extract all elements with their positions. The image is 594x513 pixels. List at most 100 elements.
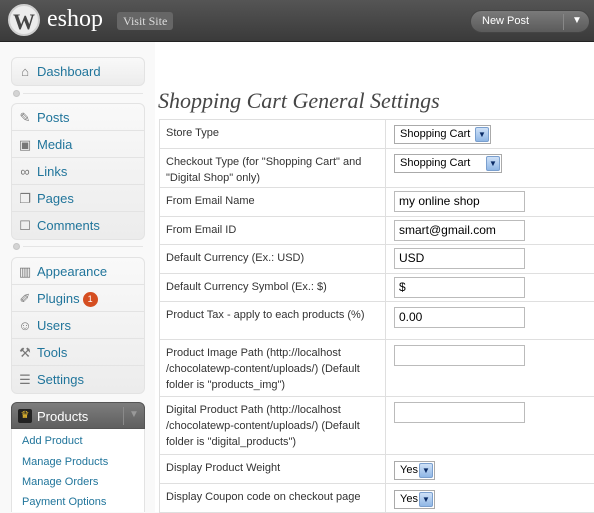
table-row: Display Product Weight Yes ▼ — [160, 455, 594, 484]
separator-line — [23, 93, 143, 94]
chevron-down-icon[interactable]: ▼ — [129, 409, 139, 420]
display-coupon-code-select[interactable]: Yes ▼ — [394, 490, 435, 509]
table-row: Digital Product Path (http://localhost /… — [160, 397, 594, 455]
sidebar-item-label: Tools — [37, 345, 68, 360]
tools-icon: ⚒ — [19, 345, 31, 360]
sidebar-item-pages[interactable]: ❐ Pages — [12, 185, 144, 212]
sidebar-item-label: Posts — [37, 110, 70, 125]
from-email-name-input[interactable]: my online shop — [394, 191, 525, 212]
users-icon: ☺ — [18, 318, 32, 333]
from-email-id-input[interactable]: smart@gmail.com — [394, 220, 525, 241]
menu-separator[interactable] — [11, 242, 145, 252]
appearance-icon: ▥ — [18, 264, 32, 279]
menu-group-admin: ▥ Appearance ✐ Plugins 1 ☺ Users ⚒ Tools … — [11, 257, 145, 394]
submenu-manage-orders[interactable]: Manage Orders — [22, 476, 98, 488]
separator-dot-icon — [13, 90, 20, 97]
default-currency-input[interactable]: USD — [394, 248, 525, 269]
products-crown-icon: ♛ — [18, 409, 32, 423]
sidebar-item-tools[interactable]: ⚒ Tools — [12, 339, 144, 366]
store-type-select[interactable]: Shopping Cart ▼ — [394, 125, 491, 144]
column-divider — [385, 188, 386, 216]
sidebar-item-links[interactable]: ∞ Links — [12, 158, 144, 185]
checkout-type-select[interactable]: Shopping Cart ▼ — [394, 154, 502, 173]
sidebar-item-label: Users — [37, 318, 71, 333]
column-divider — [385, 484, 386, 512]
product-image-path-input[interactable] — [394, 345, 525, 366]
column-divider — [385, 120, 386, 148]
setting-label: Product Tax - apply to each products (%) — [166, 309, 365, 321]
media-icon: ▣ — [18, 137, 32, 152]
chevron-down-icon[interactable]: ▼ — [572, 15, 582, 26]
setting-label: Default Currency Symbol (Ex.: $) — [166, 281, 327, 293]
setting-label: Product Image Path (http://localhost /ch… — [166, 347, 360, 391]
sidebar-item-appearance[interactable]: ▥ Appearance — [12, 258, 144, 285]
digital-product-path-input[interactable] — [394, 402, 525, 423]
submenu-payment-options[interactable]: Payment Options — [22, 496, 106, 508]
select-value: Shopping Cart — [400, 157, 471, 169]
sidebar-item-plugins-label: Plugins — [37, 291, 80, 306]
column-divider — [385, 397, 386, 454]
product-tax-input[interactable]: 0.00 — [394, 307, 525, 328]
sidebar-item-label: Dashboard — [37, 64, 101, 79]
currency-symbol-input[interactable]: $ — [394, 277, 525, 298]
sidebar-item-settings[interactable]: ☰ Settings — [12, 366, 144, 393]
wordpress-logo-icon[interactable]: W — [8, 4, 40, 36]
sidebar-item-users[interactable]: ☺ Users — [12, 312, 144, 339]
separator-line — [23, 246, 143, 247]
sidebar-item-posts[interactable]: ✎ Posts — [12, 104, 144, 131]
display-product-weight-select[interactable]: Yes ▼ — [394, 461, 435, 480]
dashboard-icon: ⌂ — [21, 64, 29, 79]
sidebar-item-plugins[interactable]: ✐ Plugins 1 — [12, 285, 144, 312]
plugin-icon: ✐ — [19, 291, 31, 306]
separator-dot-icon — [13, 243, 20, 250]
sidebar-item-comments[interactable]: ☐ Comments — [12, 212, 144, 239]
table-row: From Email Name my online shop — [160, 188, 594, 217]
sidebar-item-label: Settings — [37, 372, 84, 387]
menu-separator[interactable] — [11, 89, 145, 99]
visit-site-button[interactable]: Visit Site — [117, 12, 174, 30]
table-row: From Email ID smart@gmail.com — [160, 217, 594, 245]
column-divider — [385, 340, 386, 396]
setting-label: From Email ID — [166, 224, 237, 236]
column-divider — [385, 149, 386, 187]
sidebar-item-label: Media — [37, 137, 73, 152]
select-value: Yes — [400, 464, 418, 476]
admin-sidebar: ⌂ Dashboard ✎ Posts ▣ Media ∞ Links ❐ Pa… — [0, 42, 155, 512]
column-divider — [385, 302, 386, 339]
sidebar-item-label: Appearance — [37, 264, 108, 279]
chevron-down-icon: ▼ — [419, 463, 433, 478]
update-count-badge: 1 — [82, 292, 98, 307]
column-divider — [385, 217, 386, 244]
select-value: Shopping Cart — [400, 128, 471, 140]
sidebar-item-media[interactable]: ▣ Media — [12, 131, 144, 158]
setting-label: From Email Name — [166, 195, 255, 207]
table-row: Product Image Path (http://localhost /ch… — [160, 340, 594, 397]
sidebar-item-label: Products — [37, 409, 89, 424]
setting-label: Display Coupon code on checkout page — [166, 491, 361, 503]
sidebar-item-label: Comments — [37, 218, 100, 233]
submenu-add-product[interactable]: Add Product — [22, 435, 83, 447]
column-divider — [385, 274, 386, 301]
table-row: Display Coupon code on checkout page Yes… — [160, 484, 594, 513]
link-icon: ∞ — [20, 164, 30, 179]
chevron-down-icon: ▼ — [419, 492, 433, 507]
products-submenu: Add Product Manage Products Manage Order… — [11, 429, 145, 512]
table-row: Default Currency (Ex.: USD) USD — [160, 245, 594, 274]
chevron-down-icon: ▼ — [475, 127, 489, 142]
admin-header: W eshop Visit Site New Post ▼ — [0, 0, 594, 42]
menu-group-content: ✎ Posts ▣ Media ∞ Links ❐ Pages ☐ Commen… — [11, 103, 145, 240]
comment-icon: ☐ — [19, 218, 31, 233]
setting-label: Checkout Type (for "Shopping Cart" and "… — [166, 156, 362, 184]
page-title: Shopping Cart General Settings — [158, 88, 440, 113]
sidebar-item-dashboard[interactable]: ⌂ Dashboard — [12, 58, 144, 85]
select-value: Yes — [400, 493, 418, 505]
pin-icon: ✎ — [19, 110, 31, 125]
main-content: Shopping Cart General Settings Store Typ… — [155, 42, 594, 513]
table-row: Product Tax - apply to each products (%)… — [160, 302, 594, 340]
settings-table: Store Type Shopping Cart ▼ Checkout Type … — [159, 119, 594, 513]
sidebar-item-products[interactable]: ♛ Products ▼ — [11, 402, 145, 429]
page-icon: ❐ — [19, 191, 31, 206]
submenu-manage-products[interactable]: Manage Products — [22, 456, 108, 468]
new-post-button[interactable]: New Post ▼ — [470, 10, 590, 33]
menu-group-dashboard: ⌂ Dashboard — [11, 57, 145, 86]
